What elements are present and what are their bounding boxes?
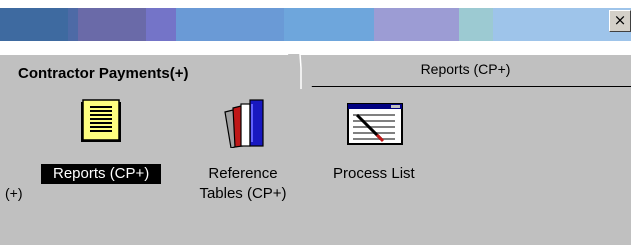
reference-tables-label-line1: Reference — [208, 165, 278, 182]
title-separator — [0, 41, 631, 54]
books-icon[interactable] — [219, 98, 267, 148]
title-bar-segment — [78, 8, 146, 41]
partial-item-label: (+) — [5, 185, 23, 201]
title-bar-segment — [374, 8, 459, 41]
tab-divider — [288, 54, 312, 89]
process-list-item-label[interactable]: Process List — [333, 164, 415, 184]
title-bar-segment — [68, 8, 78, 41]
title-bar-segment — [459, 8, 493, 41]
top-strip — [0, 0, 631, 8]
application-window: × Reports (CP+) Contractor Payments(+) R… — [0, 0, 631, 245]
title-bar-segment — [146, 8, 176, 41]
reference-tables-label-line2: Tables (CP+) — [199, 185, 287, 202]
title-bar — [0, 8, 631, 41]
report-document-icon[interactable] — [78, 99, 124, 145]
tab-label: Contractor Payments(+) — [18, 65, 189, 82]
tab-strip: Reports (CP+) Contractor Payments(+) — [0, 54, 631, 89]
tab-label: Reports (CP+) — [420, 61, 511, 77]
process-list-icon[interactable] — [347, 103, 403, 147]
title-bar-segment — [0, 8, 68, 41]
title-bar-segment — [176, 8, 284, 41]
title-bar-segment — [284, 8, 374, 41]
reports-cp-item-label[interactable]: Reports (CP+) — [41, 164, 162, 184]
close-icon: × — [613, 11, 627, 29]
tab-reports-cp[interactable]: Reports (CP+) — [300, 54, 631, 87]
close-button[interactable]: × — [609, 10, 631, 32]
reference-tables-item-label[interactable]: Reference Tables (CP+) — [193, 164, 293, 204]
tab-contractor-payments[interactable]: Contractor Payments(+) — [0, 54, 300, 89]
